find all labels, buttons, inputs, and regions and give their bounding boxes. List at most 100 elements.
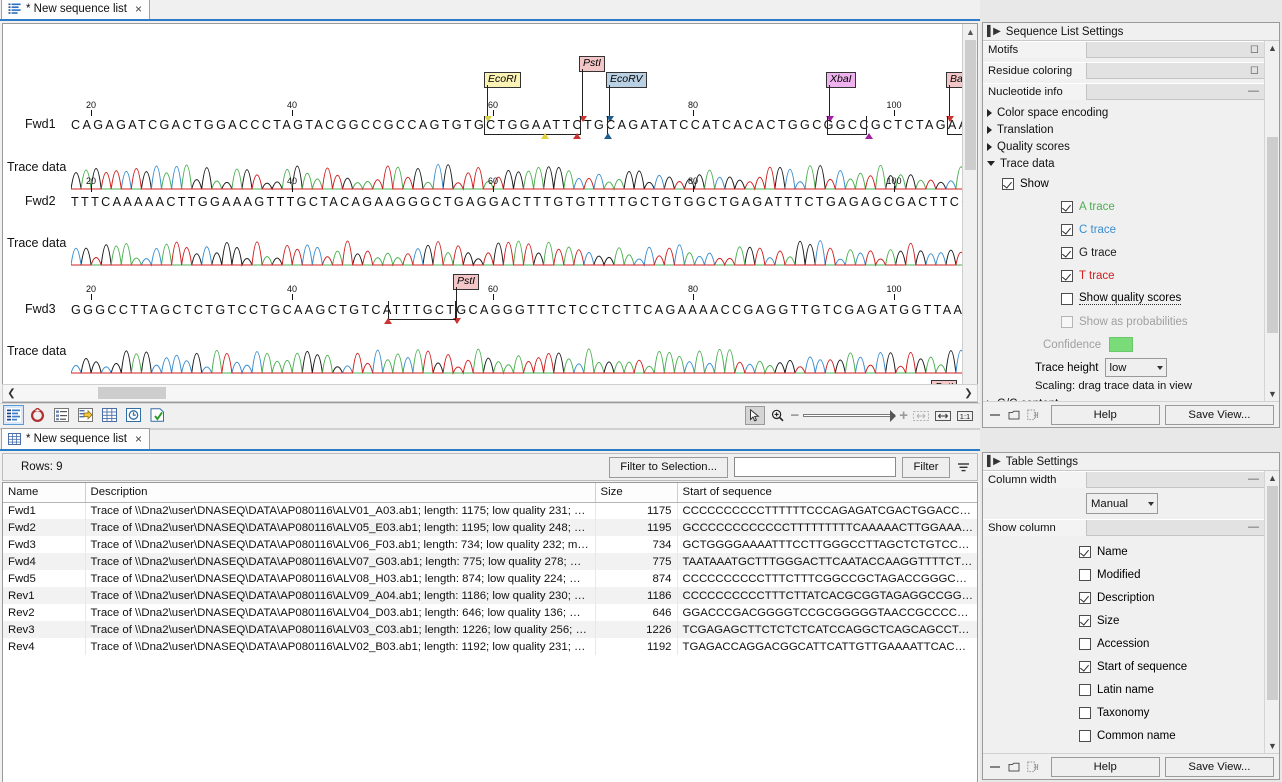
checkbox-column-start-of-sequence[interactable]: Start of sequence: [983, 655, 1279, 678]
filter-to-selection-button[interactable]: Filter to Selection...: [609, 457, 728, 478]
chevron-down-icon[interactable]: [987, 161, 995, 166]
collapse-all-icon[interactable]: [988, 760, 1002, 774]
zoom-out-label[interactable]: −: [790, 408, 799, 423]
checkbox-column-description[interactable]: Description: [983, 586, 1279, 609]
scrollbar-track[interactable]: [20, 385, 960, 401]
checkbox-column-modified[interactable]: Modified: [983, 563, 1279, 586]
table-row[interactable]: Rev3Trace of \\Dna2\user\DNASEQ\DATA\AP0…: [3, 621, 978, 638]
sequence-view-horizontal-scrollbar[interactable]: ❮ ❯: [2, 384, 978, 402]
element-info-icon[interactable]: [148, 406, 167, 424]
table-view-icon[interactable]: [100, 406, 119, 424]
scroll-right-icon[interactable]: ❯: [960, 385, 977, 401]
checkbox-c-trace[interactable]: C trace: [983, 218, 1279, 241]
checkbox-column-latin-name[interactable]: Latin name: [983, 678, 1279, 701]
tree-item-translation[interactable]: Translation: [983, 121, 1279, 138]
checkbox-box[interactable]: [1079, 569, 1091, 581]
table-row[interactable]: Rev2Trace of \\Dna2\user\DNASEQ\DATA\AP0…: [3, 604, 978, 621]
checkbox-box[interactable]: [1079, 615, 1091, 627]
expand-all-icon[interactable]: [1007, 408, 1021, 422]
checkbox-box[interactable]: [1079, 684, 1091, 696]
checkbox-box[interactable]: [1079, 730, 1091, 742]
restore-defaults-icon[interactable]: [1026, 760, 1040, 774]
sequence-bases-fwd3[interactable]: GGGCCTTAGCTCTGTCCTGCAAGCTGTCATTTGCTGCAGG…: [71, 303, 978, 317]
checkbox-column-taxonomy[interactable]: Taxonomy: [983, 701, 1279, 724]
scrollbar-thumb[interactable]: [98, 387, 166, 399]
close-icon[interactable]: ×: [135, 2, 142, 16]
column-header-start-of-sequence[interactable]: Start of sequence: [677, 483, 978, 502]
table-row[interactable]: Fwd3Trace of \\Dna2\user\DNASEQ\DATA\AP0…: [3, 536, 978, 553]
checkbox-column-name[interactable]: Name: [983, 540, 1279, 563]
column-width-select[interactable]: Manual: [1086, 493, 1158, 514]
checkbox-box[interactable]: [1061, 224, 1073, 236]
scrollbar-thumb[interactable]: [965, 40, 976, 170]
group-collapse-icon[interactable]: —: [1248, 521, 1259, 534]
help-button[interactable]: Help: [1051, 405, 1160, 425]
filter-options-icon[interactable]: [956, 458, 971, 476]
group-collapse-icon[interactable]: —: [1248, 85, 1259, 98]
zoom-slider-track[interactable]: [803, 414, 895, 417]
history-icon[interactable]: [124, 406, 143, 424]
group-show-column[interactable]: Show column —: [983, 519, 1264, 536]
table-row[interactable]: Rev4Trace of \\Dna2\user\DNASEQ\DATA\AP0…: [3, 638, 978, 655]
checkbox-g-trace[interactable]: G trace: [983, 241, 1279, 264]
scroll-left-icon[interactable]: ❮: [3, 385, 20, 401]
tab-new-sequence-list-table[interactable]: * New sequence list ×: [1, 428, 150, 449]
checkbox-box[interactable]: [1002, 178, 1014, 190]
collapse-all-icon[interactable]: [988, 408, 1002, 422]
sequence-canvas[interactable]: EcoRI PstI EcoRV Xba: [3, 24, 977, 402]
restore-defaults-icon[interactable]: [1026, 408, 1040, 422]
sequence-export-icon[interactable]: [76, 406, 95, 424]
zoom-in-icon[interactable]: [768, 407, 786, 424]
table-row[interactable]: Fwd4Trace of \\Dna2\user\DNASEQ\DATA\AP0…: [3, 553, 978, 570]
group-motifs[interactable]: Motifs ◻: [983, 41, 1264, 58]
checkbox-box[interactable]: [1079, 707, 1091, 719]
sequence-table-container[interactable]: Name Description Size Start of sequence …: [2, 482, 978, 782]
scrollbar-thumb[interactable]: [1267, 137, 1278, 333]
group-column-width[interactable]: Column width —: [983, 471, 1264, 488]
sequence-view-vertical-scrollbar[interactable]: ▲ ▼: [962, 24, 977, 402]
checkbox-box[interactable]: [1079, 546, 1091, 558]
one-to-one-icon[interactable]: 1:1: [956, 407, 974, 424]
pointer-icon[interactable]: [746, 407, 764, 424]
checkbox-box[interactable]: [1079, 638, 1091, 650]
scroll-up-icon[interactable]: ▲: [1265, 471, 1279, 485]
expand-all-icon[interactable]: [1007, 760, 1021, 774]
checkbox-a-trace[interactable]: A trace: [983, 195, 1279, 218]
annotation-table-icon[interactable]: [52, 406, 71, 424]
checkbox-box[interactable]: [1061, 247, 1073, 259]
checkbox-show-quality-scores[interactable]: Show quality scores: [983, 287, 1279, 310]
checkbox-t-trace[interactable]: T trace: [983, 264, 1279, 287]
scroll-up-icon[interactable]: ▲: [1265, 41, 1279, 55]
save-view-button[interactable]: Save View...: [1165, 405, 1274, 425]
fit-width-icon[interactable]: [912, 407, 930, 424]
close-icon[interactable]: ×: [135, 432, 142, 446]
group-expand-icon[interactable]: ◻: [1250, 64, 1259, 77]
panel-collapse-icon[interactable]: ▌▶: [987, 26, 1000, 37]
trace-chromatogram-fwd3[interactable]: [71, 336, 966, 376]
table-row[interactable]: Fwd5Trace of \\Dna2\user\DNASEQ\DATA\AP0…: [3, 570, 978, 587]
checkbox-box[interactable]: [1079, 661, 1091, 673]
checkbox-column-common-name[interactable]: Common name: [983, 724, 1279, 747]
settings-panel-scrollbar[interactable]: ▲ ▼: [1264, 41, 1279, 401]
chevron-right-icon[interactable]: [987, 109, 992, 117]
fit-all-icon[interactable]: [934, 407, 952, 424]
zoom-in-label[interactable]: +: [899, 408, 908, 423]
table-row[interactable]: Rev1Trace of \\Dna2\user\DNASEQ\DATA\AP0…: [3, 587, 978, 604]
scroll-down-icon[interactable]: ▼: [1265, 739, 1279, 753]
trace-chromatogram-fwd2[interactable]: [71, 228, 966, 268]
group-residue-coloring[interactable]: Residue coloring ◻: [983, 62, 1264, 79]
tab-new-sequence-list-view[interactable]: * New sequence list ×: [1, 0, 150, 19]
checkbox-column-size[interactable]: Size: [983, 609, 1279, 632]
group-nucleotide-info[interactable]: Nucleotide info —: [983, 83, 1264, 100]
group-collapse-icon[interactable]: —: [1248, 473, 1259, 486]
confidence-color-swatch[interactable]: [1109, 337, 1133, 352]
chevron-right-icon[interactable]: [987, 143, 992, 151]
checkbox-column-accession[interactable]: Accession: [983, 632, 1279, 655]
checkbox-trace-show[interactable]: Show: [983, 172, 1279, 195]
filter-button[interactable]: Filter: [902, 457, 950, 478]
tree-item-quality-scores[interactable]: Quality scores: [983, 138, 1279, 155]
column-header-size[interactable]: Size: [595, 483, 677, 502]
column-header-name[interactable]: Name: [3, 483, 85, 502]
tree-item-color-space-encoding[interactable]: Color space encoding: [983, 104, 1279, 121]
table-row[interactable]: Fwd1Trace of \\Dna2\user\DNASEQ\DATA\AP0…: [3, 502, 978, 519]
